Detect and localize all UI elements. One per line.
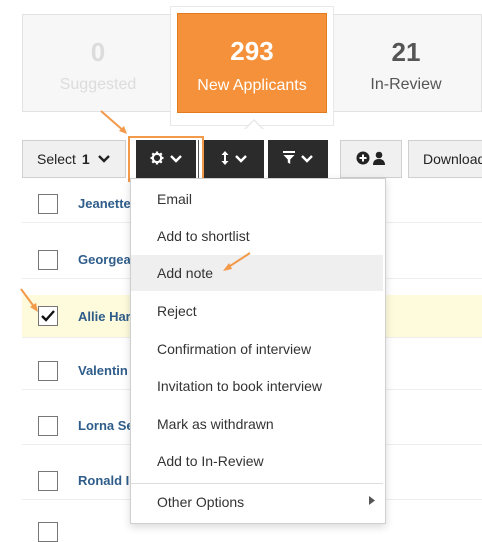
menu-item-add-to-in-review[interactable]: Add to In-Review	[131, 443, 383, 479]
in-review-label: In-Review	[370, 76, 442, 93]
applicant-name-link[interactable]: Lorna Se	[78, 418, 134, 433]
sort-icon	[221, 150, 229, 168]
annotation-arrow-icon	[20, 288, 38, 312]
select-dropdown-button[interactable]: Select 1	[22, 140, 126, 178]
user-icon	[372, 151, 386, 168]
download-button[interactable]: Download	[408, 140, 482, 178]
row-checkbox[interactable]	[38, 415, 58, 436]
applicant-name-link[interactable]: Jeanette	[78, 196, 131, 211]
annotation-arrow-icon	[100, 110, 127, 134]
suggested-count: 0	[90, 37, 106, 67]
menu-item-reject[interactable]: Reject	[131, 293, 383, 329]
chevron-down-icon	[235, 151, 247, 167]
add-candidate-button[interactable]	[340, 140, 402, 178]
menu-item-add-note[interactable]: Add note	[131, 255, 383, 291]
menu-item-invitation-to-book-interview[interactable]: Invitation to book interview	[131, 368, 383, 404]
other-options-label: Other Options	[157, 494, 245, 510]
row-checkbox[interactable]	[38, 249, 58, 270]
sort-button[interactable]	[204, 140, 264, 178]
row-checkbox[interactable]	[38, 360, 58, 381]
annotation-arrow-icon	[223, 252, 251, 271]
active-card-pointer	[244, 119, 264, 129]
suggested-card[interactable]: 0 Suggested	[22, 14, 174, 112]
select-count: 1	[81, 151, 90, 167]
suggested-label: Suggested	[59, 76, 137, 93]
in-review-card[interactable]: 21 In-Review	[330, 14, 482, 112]
row-checkbox[interactable]	[38, 193, 58, 214]
row-checkbox[interactable]	[38, 522, 58, 542]
new-applicants-card[interactable]: 293 New Applicants	[177, 13, 327, 113]
applicant-name-link[interactable]: Ronald I	[78, 473, 129, 488]
menu-item-mark-as-withdrawn[interactable]: Mark as withdrawn	[131, 406, 383, 442]
menu-item-email[interactable]: Email	[131, 181, 383, 217]
stats-bar: 0 Suggested 21 In-Review 293 New Applica…	[0, 0, 482, 129]
in-review-count: 21	[391, 37, 421, 67]
plus-circle-icon	[356, 151, 370, 168]
checkmark-icon	[41, 310, 55, 322]
chevron-down-icon	[97, 151, 110, 167]
applicant-name-link[interactable]: Georgea	[78, 252, 131, 267]
new-applicants-label: New Applicants	[197, 77, 307, 94]
row-checkbox[interactable]	[38, 470, 58, 491]
filter-icon	[283, 150, 295, 168]
applicant-name-link[interactable]: Allie Har	[78, 309, 131, 324]
toolbar: Select 1 Download	[22, 136, 482, 182]
gear-button-highlight	[128, 136, 204, 182]
filter-button[interactable]	[268, 140, 328, 178]
actions-dropdown-menu: Email Add to shortlist Add note Reject C…	[130, 178, 386, 524]
submenu-arrow-icon	[369, 496, 375, 508]
menu-item-add-to-shortlist[interactable]: Add to shortlist	[131, 218, 383, 254]
chevron-down-icon	[301, 151, 313, 167]
applicant-name-link[interactable]: Valentin	[78, 363, 128, 378]
new-applicants-count: 293	[230, 36, 274, 66]
menu-item-confirmation-of-interview[interactable]: Confirmation of interview	[131, 331, 383, 367]
select-label: Select	[37, 151, 76, 167]
menu-item-other-options[interactable]: Other Options	[131, 484, 383, 520]
